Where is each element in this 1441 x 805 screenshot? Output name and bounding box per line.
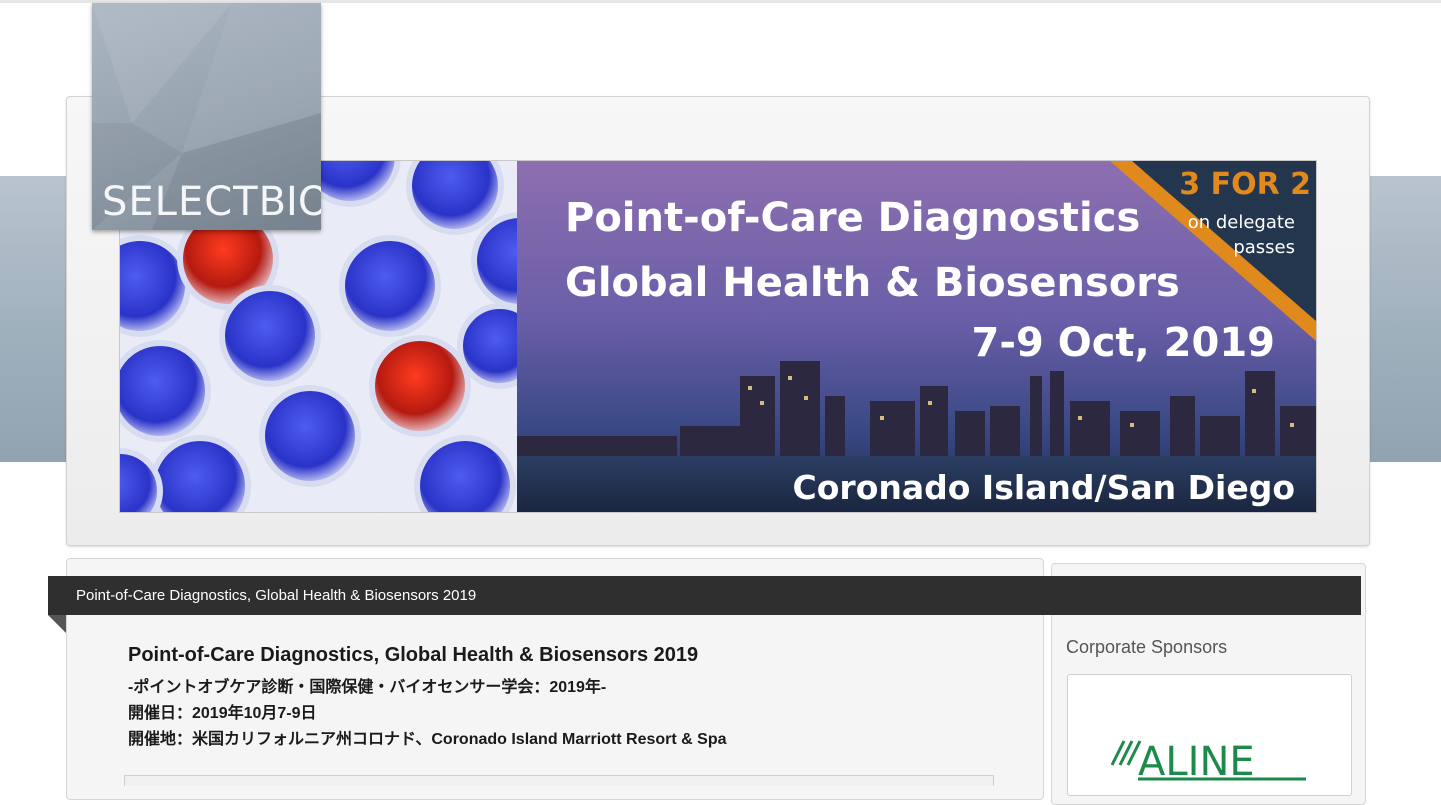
sponsor-card-aline[interactable]: ALINE — [1067, 674, 1352, 796]
promo-line-1: on delegate — [1188, 212, 1295, 233]
logo-wordmark: SELECTBIO — [102, 179, 321, 225]
promo-line-2: passes — [1233, 237, 1295, 258]
event-venue: 開催地：米国カリフォルニア州コロナド、Coronado Island Marri… — [128, 731, 727, 748]
event-title: Point-of-Care Diagnostics, Global Health… — [128, 644, 699, 666]
logo-text-bold: BIO — [258, 179, 321, 225]
event-subtitle: -ポイントオブケア診断・国際保健・バイオセンサー学会：2019年- — [128, 679, 607, 696]
banner-dates: 7-9 Oct, 2019 — [972, 320, 1275, 366]
event-info: Point-of-Care Diagnostics, Global Health… — [128, 641, 1008, 753]
banner-headline-2: Global Health & Biosensors — [565, 260, 1180, 306]
aline-logo: ALINE — [1110, 739, 1306, 785]
banner-headline-1: Point-of-Care Diagnostics — [565, 195, 1140, 241]
title-bar-fold — [48, 615, 66, 633]
aline-logo-text: ALINE — [1138, 739, 1255, 785]
content-sub-box — [124, 775, 994, 786]
logo-text-light: SELECT — [102, 179, 259, 225]
banner-location: Coronado Island/San Diego — [793, 468, 1295, 507]
promo-big-text: 3 FOR 2 — [1179, 167, 1311, 202]
selectbio-logo[interactable]: SELECTBIO — [92, 3, 321, 230]
corporate-sponsors-heading: Corporate Sponsors — [1066, 637, 1228, 657]
page-title-bar: Point-of-Care Diagnostics, Global Health… — [48, 576, 1361, 615]
event-date: 開催日：2019年10月7-9日 — [128, 705, 317, 722]
